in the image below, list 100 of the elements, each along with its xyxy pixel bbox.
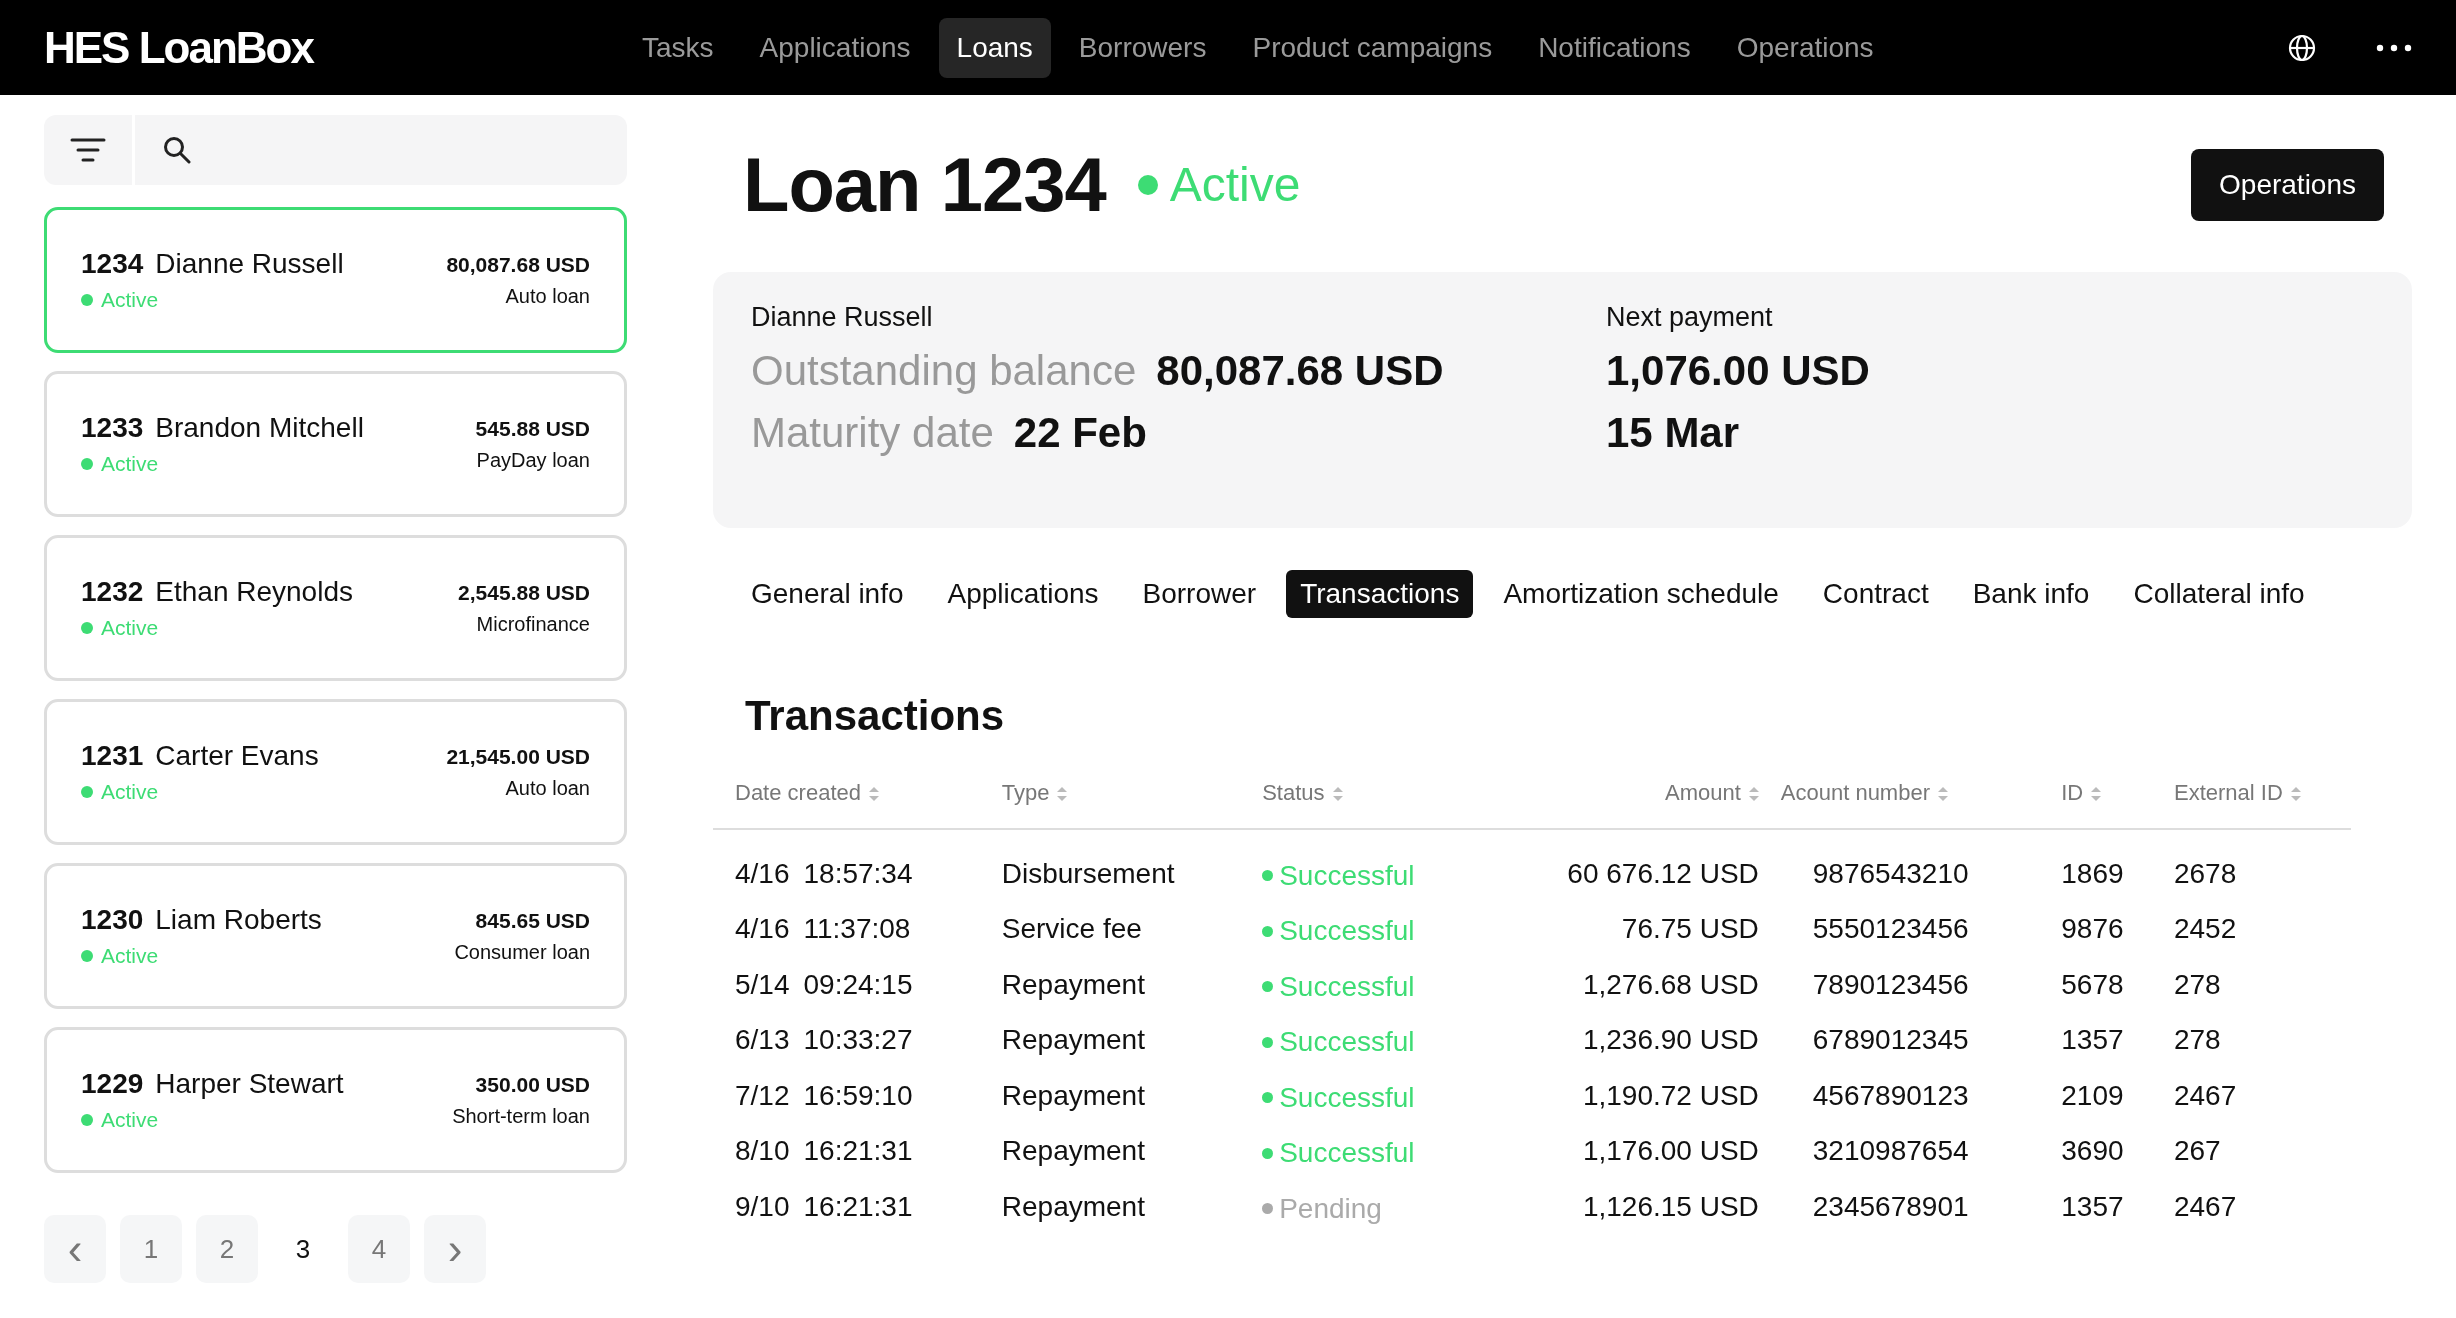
nav-item[interactable]: Operations: [1718, 17, 1892, 78]
status-dot: [81, 786, 93, 798]
table-cell-text: 7890123456: [1811, 967, 1970, 1002]
table-cell: 60 676.12 USD: [1473, 829, 1759, 902]
loan-number: 1231: [81, 740, 144, 772]
loan-amount: 545.88 USD: [475, 416, 590, 441]
loan-card[interactable]: 1234 Dianne Russell Active 80,087.68 USD Auto loan: [44, 207, 627, 353]
column-header[interactable]: Type: [979, 764, 1241, 829]
table-cell-text: Service fee: [1000, 912, 1143, 947]
column-header[interactable]: External ID: [2151, 764, 2351, 829]
loan-amount: 2,545.88 USD: [458, 580, 590, 605]
status-label: Active: [101, 452, 159, 476]
globe-icon[interactable]: [2288, 33, 2316, 62]
time-text: 16:21:31: [803, 1135, 913, 1167]
sort-icon[interactable]: [1057, 787, 1068, 802]
section-title: Transactions: [745, 692, 1006, 740]
status-label: Successful: [1262, 915, 1415, 947]
operations-button[interactable]: Operations: [2191, 148, 2384, 221]
table-cell-text: 9876: [2060, 912, 2125, 947]
loan-card[interactable]: 1231 Carter Evans Active 21,545.00 USD Auto loan: [44, 699, 627, 845]
tab[interactable]: Bank info: [1958, 570, 2104, 618]
status-dot: [81, 1114, 93, 1126]
status-dot: [1262, 1036, 1274, 1048]
sort-icon[interactable]: [2290, 787, 2301, 802]
tab[interactable]: Amortization schedule: [1489, 570, 1793, 618]
table-cell-text: 3690: [2060, 1134, 2125, 1169]
loan-amount: 845.65 USD: [475, 908, 590, 933]
table-cell-text: 1,276.68 USD: [1581, 967, 1759, 1002]
filter-button[interactable]: [44, 115, 132, 185]
search-field[interactable]: [135, 115, 627, 185]
loan-number: 1233: [81, 412, 144, 444]
column-header[interactable]: ID: [2039, 764, 2152, 829]
column-header[interactable]: Date created: [713, 764, 980, 829]
loan-product: PayDay loan: [476, 448, 590, 472]
tab[interactable]: General info: [737, 570, 918, 618]
nav-item[interactable]: Applications: [741, 17, 929, 78]
previous-page-button[interactable]: ‹: [44, 1215, 106, 1283]
date-text: 4/16: [735, 913, 790, 945]
time-text: 16:59:10: [803, 1079, 913, 1111]
next-page-button[interactable]: ›: [424, 1215, 486, 1283]
page-button[interactable]: 1: [120, 1215, 182, 1283]
nav-item[interactable]: Product campaigns: [1234, 17, 1511, 78]
table-cell-text: 5550123456: [1811, 912, 1970, 947]
sort-icon[interactable]: [2091, 787, 2102, 802]
status-dot: [81, 622, 93, 634]
table-cell-text: 3210987654: [1811, 1134, 1970, 1169]
table-cell-text: 5678: [2060, 967, 2125, 1002]
sort-icon[interactable]: [868, 787, 879, 802]
loan-card[interactable]: 1232 Ethan Reynolds Active 2,545.88 USD Microfinance: [44, 535, 627, 681]
field-value: 22 Feb: [1013, 409, 1147, 457]
status-label: Successful: [1262, 1137, 1415, 1169]
page-button[interactable]: 4: [348, 1215, 410, 1283]
tab[interactable]: Contract: [1808, 570, 1943, 618]
status-dot: [81, 458, 93, 470]
loan-card[interactable]: 1233 Brandon Mitchell Active 545.88 USD PayDay loan: [44, 371, 627, 517]
date-text: 4/16: [735, 857, 790, 889]
nav-item[interactable]: Loans: [938, 17, 1051, 78]
loan-card[interactable]: 1229 Harper Stewart Active 350.00 USD Short-term loan: [44, 1027, 627, 1173]
loan-amount: 350.00 USD: [475, 1072, 590, 1097]
loan-product: Short-term loan: [452, 1104, 590, 1128]
table-cell-text: Repayment: [1000, 1078, 1146, 1113]
column-header[interactable]: Acount number: [1758, 764, 2040, 829]
sort-icon[interactable]: [1332, 787, 1343, 802]
app-logo: HES LoanBox: [44, 22, 315, 73]
page-button[interactable]: 3: [272, 1215, 334, 1283]
sort-icon[interactable]: [1938, 787, 1948, 802]
table-cell-text: Repayment: [1000, 1023, 1146, 1058]
table-cell-text: 2345678901: [1811, 1189, 1970, 1224]
loan-product: Auto loan: [505, 284, 590, 308]
tab[interactable]: Borrower: [1128, 570, 1271, 618]
nav-item[interactable]: Notifications: [1520, 17, 1709, 78]
column-header[interactable]: Amount: [1473, 764, 1759, 829]
tab[interactable]: Applications: [933, 570, 1113, 618]
tab[interactable]: Transactions: [1286, 570, 1474, 618]
field-value: 15 Mar: [1606, 409, 1741, 457]
time-text: 18:57:34: [803, 857, 913, 889]
page-button[interactable]: 2: [196, 1215, 258, 1283]
tab[interactable]: Collateral info: [2119, 570, 2319, 618]
sort-icon[interactable]: [1748, 787, 1759, 802]
date-text: 7/12: [735, 1079, 790, 1111]
time-text: 10:33:27: [803, 1024, 913, 1056]
status-dot: [1262, 981, 1274, 992]
column-header[interactable]: Status: [1240, 764, 1474, 829]
nav-item[interactable]: Tasks: [624, 17, 732, 78]
status-dot: [81, 950, 93, 962]
loan-number: 1234: [81, 248, 144, 280]
table-cell-text: 1357: [2060, 1189, 2125, 1224]
borrower-name: Harper Stewart: [155, 1068, 344, 1100]
date-text: 5/14: [735, 968, 790, 1000]
status-label: Successful: [1262, 859, 1415, 892]
status-label: Successful: [1262, 1081, 1415, 1114]
more-icon[interactable]: [2376, 43, 2412, 52]
status-dot: [1262, 870, 1274, 881]
loan-product: Consumer loan: [454, 940, 590, 964]
date-text: 8/10: [735, 1135, 790, 1167]
status-label: Active: [101, 1108, 159, 1132]
nav-item[interactable]: Borrowers: [1060, 17, 1225, 78]
table-cell-text: 1,236.90 USD: [1581, 1023, 1759, 1058]
loan-card[interactable]: 1230 Liam Roberts Active 845.65 USD Consumer loan: [44, 863, 627, 1009]
date-text: 9/10: [735, 1190, 790, 1222]
